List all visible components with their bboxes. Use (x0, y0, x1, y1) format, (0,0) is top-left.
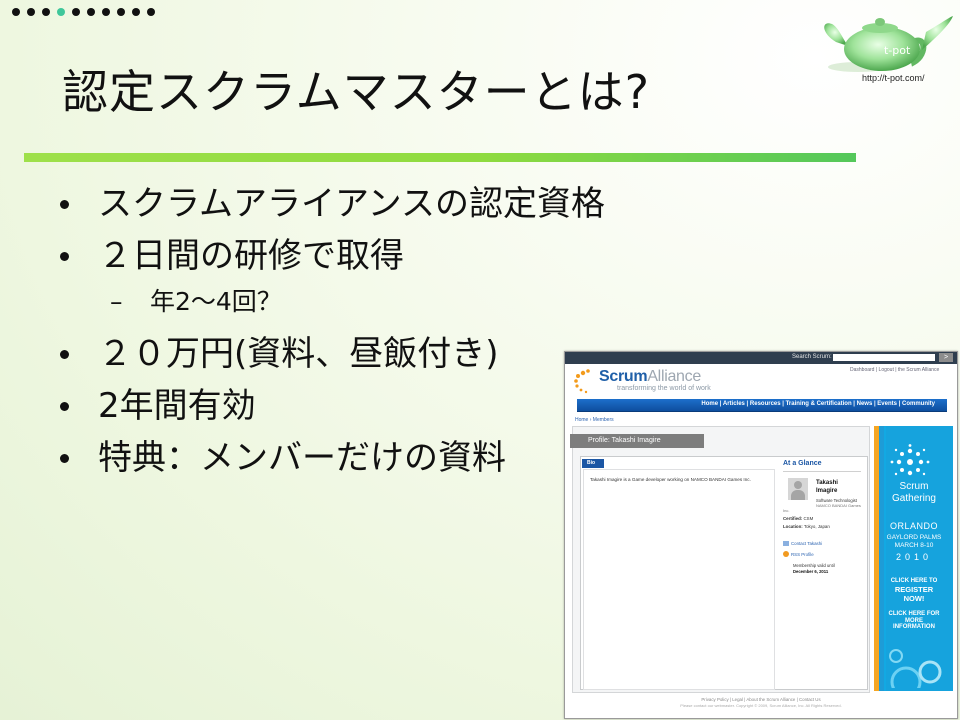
mail-icon (783, 541, 789, 546)
member-company: NAMCO BANDAI Games (816, 503, 861, 508)
progress-dot-current[interactable] (57, 8, 65, 16)
tab-bio[interactable]: Bio (582, 459, 604, 468)
certified-field: Certified: CSM (783, 516, 814, 521)
title-underline (24, 153, 856, 162)
bullet-item: スクラムアライアンスの認定資格 (60, 178, 605, 230)
progress-dot[interactable] (147, 8, 155, 16)
progress-dot[interactable] (132, 8, 140, 16)
bullet-list: スクラムアライアンスの認定資格 ２日間の研修で取得 年2～4回？ ２０万円(資料… (60, 178, 605, 484)
at-a-glance-title: At a Glance (783, 460, 822, 467)
ad-more-info-link[interactable]: CLICK HERE FOR (886, 611, 942, 617)
search-go-button[interactable]: > (939, 353, 953, 362)
site-brand: ScrumAlliance (599, 368, 701, 385)
ad-title: Gathering (892, 493, 936, 504)
profile-heading: Profile: Takashi Imagire (570, 434, 704, 448)
site-nav-bar: Home | Articles | Resources | Training &… (577, 399, 947, 412)
breadcrumb[interactable]: Home › Members (575, 417, 614, 423)
avatar-body-icon (791, 490, 805, 500)
member-first-name: Takashi (816, 480, 838, 486)
progress-dot[interactable] (102, 8, 110, 16)
ad-title: Scrum (899, 481, 929, 492)
progress-dot[interactable] (12, 8, 20, 16)
search-label: Search Scrum: (792, 354, 832, 360)
bullet-item: 特典：メンバーだけの資料 (60, 432, 605, 484)
scrum-alliance-screenshot: Search Scrum: > Dashboard | Logout | the… (564, 351, 958, 719)
starburst-icon (890, 444, 930, 476)
account-links[interactable]: Dashboard | Logout | the Scrum Alliance (850, 367, 939, 373)
rss-icon (783, 551, 789, 557)
slide-title: 認定スクラムマスターとは? (62, 65, 651, 119)
ad-year: 2010 (895, 552, 933, 562)
membership-date: December 6, 2011 (793, 569, 829, 574)
site-footer-copyright: Please contact our webmaster. Copyright … (680, 703, 842, 708)
member-last-name: Imagire (816, 488, 838, 494)
member-extra: Inc. (783, 508, 790, 513)
bullet-item: ２０万円(資料、昼飯付き) (60, 328, 605, 380)
site-footer-links[interactable]: Privacy Policy | Legal | About the Scrum… (565, 697, 957, 702)
ad-decoration-icon (889, 649, 942, 688)
membership-label: Membership valid until (793, 563, 835, 568)
bio-text: Takashi Imagire is a Game developer work… (590, 477, 751, 482)
progress-dot[interactable] (42, 8, 50, 16)
site-nav-links[interactable]: Home | Articles | Resources | Training &… (701, 401, 935, 407)
bullet-item: 2年間有効 (60, 380, 605, 432)
avatar-head-icon (794, 481, 802, 489)
divider (783, 471, 861, 472)
avatar (788, 478, 808, 500)
sub-bullet-item: 年2～4回？ (110, 282, 605, 328)
ad-city: ORLANDO (889, 521, 938, 531)
search-input[interactable] (833, 354, 935, 361)
ad-venue: GAYLORD PALMS (886, 534, 942, 541)
progress-dot[interactable] (72, 8, 80, 16)
ad-more-info-link[interactable]: MORE INFORMATION (886, 618, 942, 630)
rss-profile-link[interactable]: RSS Profile (791, 552, 814, 557)
logo-url[interactable]: http://t-pot.com/ (862, 73, 925, 83)
progress-dot[interactable] (87, 8, 95, 16)
bio-area (583, 469, 775, 690)
logo-wordmark: t-pot (884, 44, 911, 57)
slide: t-pot http://t-pot.com/ 認定スクラムマスターとは? スク… (0, 0, 960, 720)
contact-link[interactable]: Contact Takashi (791, 541, 822, 546)
site-tagline: transforming the world of work (617, 385, 711, 392)
progress-dot[interactable] (27, 8, 35, 16)
ad-register-link[interactable]: REGISTER NOW! (886, 585, 942, 603)
progress-dot[interactable] (117, 8, 125, 16)
bullet-item: ２日間の研修で取得 (60, 230, 605, 282)
slide-progress-dots (12, 8, 155, 16)
location-field: Location: Tokyo, Japan (783, 524, 830, 529)
ad-dates: MARCH 8-10 (894, 542, 934, 549)
ad-register-link[interactable]: CLICK HERE TO (886, 578, 942, 584)
